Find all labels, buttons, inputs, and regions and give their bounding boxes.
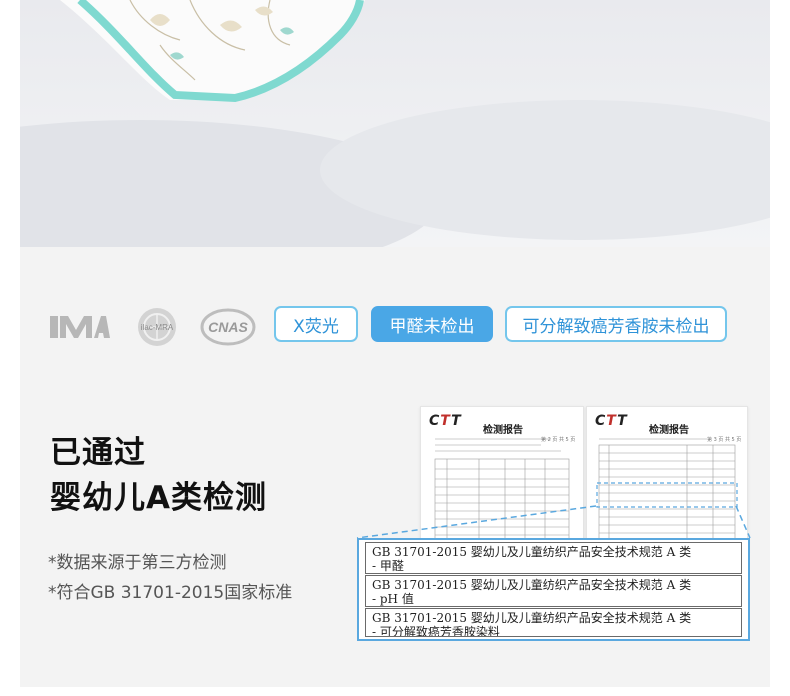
- headline-line-1: 已通过: [50, 435, 146, 471]
- test-item-row: GB 31701-2015 婴幼儿及儿童纺织产品安全技术规范 A 类 - 甲醛: [365, 542, 742, 574]
- report-table: 第 2 页 共 5 页: [434, 436, 575, 550]
- test-item-name: - 甲醛: [372, 559, 404, 573]
- headline-line-2: 婴幼儿A类检测: [50, 480, 267, 516]
- svg-text:CNAS: CNAS: [208, 319, 248, 335]
- svg-text:第 3 页 共 5 页: 第 3 页 共 5 页: [707, 436, 741, 443]
- standard-note: *符合GB 31701-2015国家标准: [48, 583, 293, 603]
- test-report-2: CTT 检测报告 第 3 页 共 5 页: [586, 406, 748, 553]
- cma-logo: [46, 306, 110, 348]
- product-photo: [20, 0, 770, 247]
- zoomed-test-items: GB 31701-2015 婴幼儿及儿童纺织产品安全技术规范 A 类 - 甲醛 …: [357, 538, 750, 641]
- test-item-row: GB 31701-2015 婴幼儿及儿童纺织产品安全技术规范 A 类 - 可分解…: [365, 608, 742, 637]
- tag-formaldehyde-not-detected: 甲醛未检出: [371, 306, 493, 342]
- cnas-logo: CNAS: [200, 306, 256, 348]
- tag-aromatic-amine-not-detected: 可分解致癌芳香胺未检出: [505, 306, 727, 342]
- test-item-standard: GB 31701-2015 婴幼儿及儿童纺织产品安全技术规范 A 类: [372, 545, 692, 559]
- ilac-mra-logo: ilac-MRA: [134, 306, 180, 348]
- report-table: 第 3 页 共 5 页: [596, 436, 741, 550]
- data-source-note: *数据来源于第三方检测: [48, 553, 227, 573]
- test-item-row: GB 31701-2015 婴幼儿及儿童纺织产品安全技术规范 A 类 - pH …: [365, 575, 742, 607]
- test-item-standard: GB 31701-2015 婴幼儿及儿童纺织产品安全技术规范 A 类: [372, 611, 692, 625]
- svg-text:第 2 页 共 5 页: 第 2 页 共 5 页: [541, 436, 575, 443]
- test-item-name: - 可分解致癌芳香胺染料: [372, 625, 500, 637]
- test-item-standard: GB 31701-2015 婴幼儿及儿童纺织产品安全技术规范 A 类: [372, 578, 692, 592]
- test-report-1: CTT 检测报告 第 2 页 共 5 页: [420, 406, 584, 553]
- svg-text:ilac-MRA: ilac-MRA: [141, 323, 174, 332]
- test-item-name: - pH 值: [372, 592, 414, 606]
- blanket-illustration: [20, 0, 770, 247]
- tag-x-fluorescence: X荧光: [274, 306, 358, 342]
